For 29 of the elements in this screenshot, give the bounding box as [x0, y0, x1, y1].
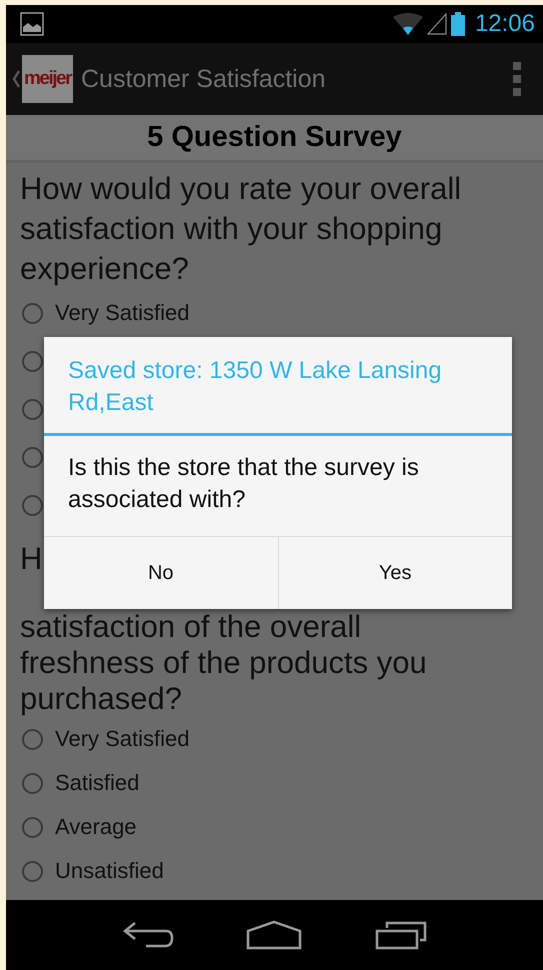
dialog-button[interactable]: No [44, 537, 278, 609]
option-label: Very Satisfied [55, 726, 190, 752]
dialog-message: Is this the store that the survey is associated with? [67, 453, 420, 515]
clock-time: 12:06 [474, 10, 535, 38]
radio-button[interactable] [22, 816, 43, 838]
dialog-button[interactable]: Yes [278, 537, 512, 609]
chevron-icon[interactable] [12, 70, 20, 88]
option-label: Unsatisfied [55, 858, 164, 884]
wifi-icon [392, 13, 423, 35]
option-label: Satisfied [55, 770, 140, 796]
question-text: How would you rate your overall satisfaction with your shopping experience? [20, 170, 462, 288]
battery-icon [450, 12, 465, 36]
radio-button[interactable] [22, 302, 43, 324]
dialog-title: Saved store: 1350 W Lake Lansing Rd,East [44, 337, 512, 436]
home-icon[interactable] [246, 920, 302, 950]
question-text: H [20, 540, 42, 578]
image-icon [20, 12, 44, 36]
question-text: satisfaction of the overall freshness of the products you purchased? [20, 609, 428, 717]
app-title: Customer Satisfaction [80, 64, 327, 94]
recent-apps-icon[interactable] [374, 920, 427, 950]
signal-icon [426, 13, 447, 35]
option-label: Very Satisfied [55, 300, 190, 326]
radio-button[interactable] [22, 860, 43, 882]
option-label: Average [55, 814, 137, 840]
radio-button[interactable] [22, 772, 43, 794]
radio-button[interactable] [22, 728, 43, 750]
back-icon[interactable] [122, 920, 174, 950]
overflow-menu-icon[interactable] [513, 62, 521, 96]
survey-title: 5 Question Survey [6, 115, 543, 163]
